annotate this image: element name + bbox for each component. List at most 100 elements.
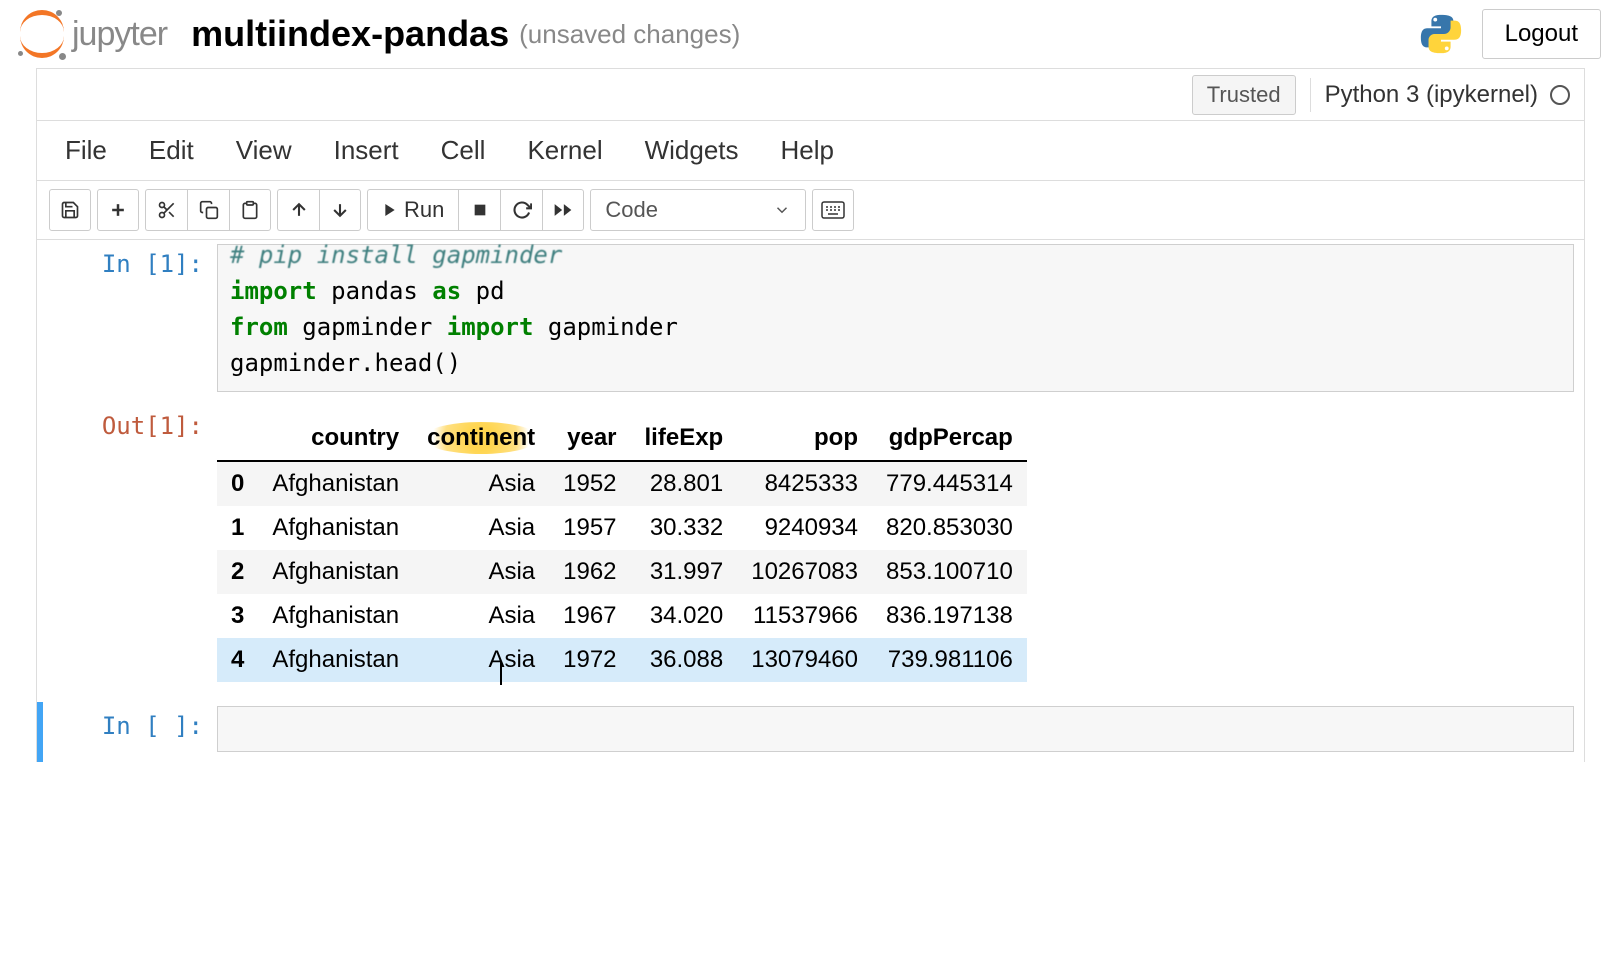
cell: 30.332 <box>631 506 738 550</box>
jupyter-logo[interactable]: jupyter <box>20 12 167 56</box>
run-label: Run <box>404 197 444 223</box>
notebook-content: In [1]: # pip install gapminder import p… <box>37 240 1584 762</box>
header: jupyter multiindex-pandas (unsaved chang… <box>0 0 1621 68</box>
kernel-bar: Trusted Python 3 (ipykernel) <box>37 69 1584 121</box>
menu-help[interactable]: Help <box>781 135 834 166</box>
code-line: gapminder.head() <box>230 345 1561 381</box>
run-group: Run <box>367 189 584 231</box>
menu-cell[interactable]: Cell <box>441 135 486 166</box>
move-up-button[interactable] <box>277 189 319 231</box>
edit-group <box>145 189 271 231</box>
menubar: File Edit View Insert Cell Kernel Widget… <box>37 121 1584 181</box>
cell: 8425333 <box>737 461 872 506</box>
copy-icon <box>199 200 219 220</box>
plus-icon <box>108 200 128 220</box>
notebook-title[interactable]: multiindex-pandas <box>191 13 509 55</box>
logout-button[interactable]: Logout <box>1482 9 1601 59</box>
cell: Afghanistan <box>258 461 413 506</box>
cell: 31.997 <box>631 550 738 594</box>
paste-button[interactable] <box>229 189 271 231</box>
menu-widgets[interactable]: Widgets <box>645 135 739 166</box>
col-header: lifeExp <box>631 416 738 461</box>
jupyter-text: jupyter <box>72 15 167 54</box>
cell: 34.020 <box>631 594 738 638</box>
cell: 739.981106 <box>872 638 1027 682</box>
input-prompt: In [1]: <box>47 244 217 392</box>
fast-forward-icon <box>553 200 573 220</box>
cell: 836.197138 <box>872 594 1027 638</box>
cell: 820.853030 <box>872 506 1027 550</box>
cell: 853.100710 <box>872 550 1027 594</box>
cell: 1967 <box>549 594 630 638</box>
code-cell-empty[interactable]: In [ ]: <box>37 702 1584 762</box>
cell: 1952 <box>549 461 630 506</box>
cell: Afghanistan <box>258 550 413 594</box>
move-down-button[interactable] <box>319 189 361 231</box>
python-icon <box>1418 11 1464 57</box>
table-row: 2 Afghanistan Asia 1962 31.997 10267083 … <box>217 550 1027 594</box>
cell: 13079460 <box>737 638 872 682</box>
cell: Asia <box>413 594 549 638</box>
kernel-name[interactable]: Python 3 (ipykernel) <box>1325 81 1538 109</box>
add-cell-button[interactable] <box>97 189 139 231</box>
code-input[interactable] <box>217 706 1574 752</box>
row-index: 3 <box>217 594 258 638</box>
menu-edit[interactable]: Edit <box>149 135 194 166</box>
row-index: 2 <box>217 550 258 594</box>
col-header: continent <box>413 416 549 461</box>
menu-insert[interactable]: Insert <box>334 135 399 166</box>
notebook-container: Trusted Python 3 (ipykernel) File Edit V… <box>36 68 1585 762</box>
table-row: 4 Afghanistan Asia 1972 36.088 13079460 … <box>217 638 1027 682</box>
cell: 1962 <box>549 550 630 594</box>
dataframe-table: country continent year lifeExp pop gdpPe… <box>217 416 1027 682</box>
copy-button[interactable] <box>187 189 229 231</box>
save-button[interactable] <box>49 189 91 231</box>
cell: 9240934 <box>737 506 872 550</box>
col-header: country <box>258 416 413 461</box>
restart-run-all-button[interactable] <box>542 189 584 231</box>
trusted-badge[interactable]: Trusted <box>1192 75 1296 115</box>
cell-type-select[interactable]: Code <box>590 189 806 231</box>
cell: Asia <box>413 461 549 506</box>
code-cell-1[interactable]: In [1]: # pip install gapminder import p… <box>37 240 1584 402</box>
table-header-row: country continent year lifeExp pop gdpPe… <box>217 416 1027 461</box>
output-area: country continent year lifeExp pop gdpPe… <box>217 406 1574 692</box>
restart-button[interactable] <box>500 189 542 231</box>
command-palette-button[interactable] <box>812 189 854 231</box>
cell: 36.088 <box>631 638 738 682</box>
cell: Asia <box>413 550 549 594</box>
highlight-marker: continent <box>423 422 539 454</box>
code-comment: # pip install gapminder <box>230 241 562 269</box>
menu-view[interactable]: View <box>236 135 292 166</box>
col-header: gdpPercap <box>872 416 1027 461</box>
run-button[interactable]: Run <box>367 189 458 231</box>
cell: 1957 <box>549 506 630 550</box>
jupyter-icon <box>20 12 64 56</box>
col-header: year <box>549 416 630 461</box>
scissors-icon <box>157 200 177 220</box>
code-input[interactable]: # pip install gapminder import pandas as… <box>217 244 1574 392</box>
divider <box>1310 78 1311 112</box>
cell-type-label: Code <box>605 197 658 223</box>
code-line: import pandas as pd <box>230 273 1561 309</box>
cut-button[interactable] <box>145 189 187 231</box>
kernel-indicator-icon[interactable] <box>1550 85 1570 105</box>
arrow-down-icon <box>330 200 350 220</box>
cell: Asia <box>413 506 549 550</box>
cell: 11537966 <box>737 594 872 638</box>
code-line: from gapminder import gapminder <box>230 309 1561 345</box>
interrupt-button[interactable] <box>458 189 500 231</box>
cell: Afghanistan <box>258 594 413 638</box>
unsaved-indicator: (unsaved changes) <box>519 19 740 50</box>
output-prompt: Out[1]: <box>47 406 217 692</box>
restart-icon <box>512 200 532 220</box>
chevron-down-icon <box>773 201 791 219</box>
menu-file[interactable]: File <box>65 135 107 166</box>
row-index: 0 <box>217 461 258 506</box>
cell: 1972 <box>549 638 630 682</box>
move-group <box>277 189 361 231</box>
row-index: 4 <box>217 638 258 682</box>
menu-kernel[interactable]: Kernel <box>527 135 602 166</box>
cell: 28.801 <box>631 461 738 506</box>
cell: Asia <box>413 638 549 682</box>
